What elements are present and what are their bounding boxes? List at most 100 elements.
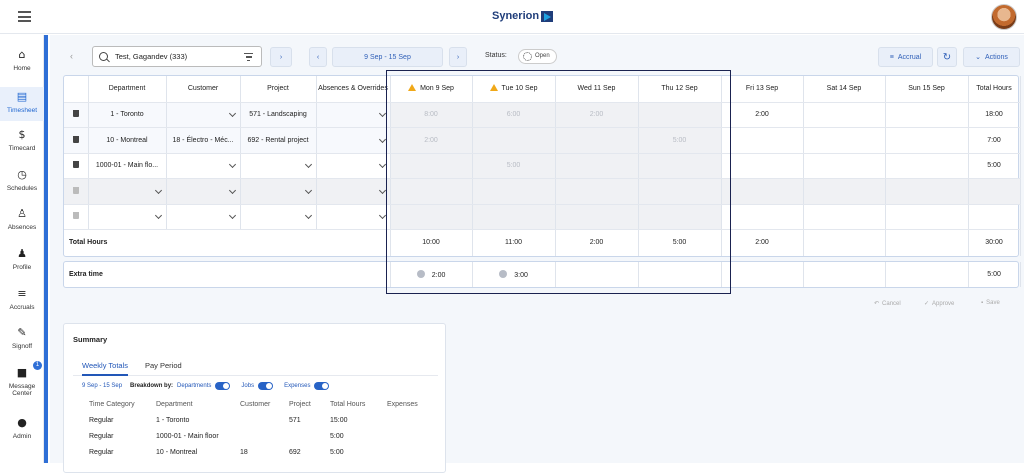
day-cell[interactable] [885, 153, 969, 179]
day-cell[interactable] [803, 127, 886, 154]
day-cell[interactable] [472, 127, 556, 154]
day-cell[interactable] [803, 102, 886, 128]
sidebar-scrollbar[interactable] [44, 35, 48, 463]
absences-cell[interactable] [316, 127, 391, 154]
approve-button[interactable]: ✓ Approve [924, 300, 954, 308]
chevron-down-icon[interactable] [228, 110, 236, 118]
customer-cell[interactable]: 18 - Électro - Méc... [166, 127, 241, 154]
absences-cell[interactable] [316, 204, 391, 230]
day-cell[interactable] [885, 102, 969, 128]
day-cell[interactable] [885, 204, 969, 230]
cancel-button[interactable]: ↶ Cancel [874, 300, 901, 308]
sidebar-item-profile[interactable]: ♟ Profile [0, 248, 44, 278]
day-cell[interactable] [721, 204, 804, 230]
day-cell[interactable] [721, 127, 804, 154]
day-cell[interactable]: 2:00 [721, 102, 804, 128]
project-cell[interactable] [240, 178, 317, 205]
sidebar-item-message-center[interactable]: ■ 1 Message Center [0, 361, 44, 407]
sidebar-item-accruals[interactable]: ≡ Accruals [0, 288, 44, 318]
header-thu[interactable]: Thu 12 Sep [638, 76, 722, 103]
hamburger-menu-icon[interactable] [18, 11, 31, 22]
chevron-down-icon[interactable] [228, 212, 236, 220]
day-cell[interactable] [472, 204, 556, 230]
day-cell[interactable] [555, 127, 639, 154]
delete-row-cell[interactable] [64, 153, 89, 179]
day-cell[interactable] [638, 204, 722, 230]
day-cell[interactable] [390, 178, 473, 205]
project-cell[interactable] [240, 153, 317, 179]
day-cell[interactable]: 2:00 [390, 127, 473, 154]
header-sun[interactable]: Sun 15 Sep [885, 76, 969, 103]
tab-weekly-totals[interactable]: Weekly Totals [82, 361, 128, 376]
project-cell[interactable]: 692 - Rental project [240, 127, 317, 154]
next-employee-button[interactable]: › [270, 47, 292, 67]
sidebar-item-admin[interactable]: ● Admin [0, 417, 44, 447]
sidebar-item-schedules[interactable]: ◷ Schedules [0, 169, 44, 199]
day-cell[interactable] [555, 178, 639, 205]
day-cell[interactable] [638, 178, 722, 205]
absences-cell[interactable] [316, 153, 391, 179]
department-cell[interactable]: 10 - Montreal [88, 127, 167, 154]
header-customer[interactable]: Customer [166, 76, 241, 103]
toggle-expenses[interactable] [314, 382, 330, 390]
accrual-button[interactable]: ≡ Accrual [878, 47, 933, 67]
chevron-down-icon[interactable] [378, 110, 386, 118]
trash-icon[interactable] [72, 161, 79, 169]
day-cell[interactable] [803, 178, 886, 205]
employee-search-input[interactable]: Test, Gagandev (333) [92, 46, 262, 67]
day-cell[interactable]: 6:00 [472, 102, 556, 128]
trash-icon[interactable] [72, 110, 79, 118]
header-department[interactable]: Department [88, 76, 167, 103]
chevron-down-icon[interactable] [378, 212, 386, 220]
chevron-down-icon[interactable] [304, 186, 312, 194]
sidebar-item-home[interactable]: ⌂ Home [0, 49, 44, 79]
day-cell[interactable] [555, 204, 639, 230]
sidebar-item-timesheet[interactable]: ▤ Timesheet [0, 87, 44, 121]
header-wed[interactable]: Wed 11 Sep [555, 76, 639, 103]
sidebar-item-signoff[interactable]: ✎ Signoff [0, 327, 44, 357]
day-cell[interactable] [803, 204, 886, 230]
delete-row-cell[interactable] [64, 102, 89, 128]
day-cell[interactable] [885, 178, 969, 205]
day-cell[interactable] [638, 102, 722, 128]
department-cell[interactable]: 1000-01 - Main flo... [88, 153, 167, 179]
department-cell[interactable] [88, 204, 167, 230]
prev-week-button[interactable]: ‹ [309, 47, 327, 67]
header-project[interactable]: Project [240, 76, 317, 103]
delete-row-cell[interactable] [64, 127, 89, 154]
tab-pay-period[interactable]: Pay Period [145, 361, 182, 370]
chevron-down-icon[interactable] [304, 212, 312, 220]
week-range-button[interactable]: 9 Sep - 15 Sep [332, 47, 443, 67]
day-cell[interactable]: 8:00 [390, 102, 473, 128]
department-cell[interactable] [88, 178, 167, 205]
chevron-down-icon[interactable] [378, 135, 386, 143]
chevron-down-icon[interactable] [154, 212, 162, 220]
toggle-departments[interactable] [215, 382, 231, 390]
header-tue[interactable]: Tue 10 Sep [472, 76, 556, 103]
actions-button[interactable]: ⌄ Actions [963, 47, 1020, 67]
day-cell[interactable]: 5:00 [472, 153, 556, 179]
chevron-down-icon[interactable] [228, 186, 236, 194]
customer-cell[interactable] [166, 153, 241, 179]
chevron-down-icon[interactable] [228, 161, 236, 169]
header-fri[interactable]: Fri 13 Sep [721, 76, 804, 103]
day-cell[interactable] [390, 204, 473, 230]
day-cell[interactable] [555, 153, 639, 179]
sidebar-item-absences[interactable]: ♙ Absences [0, 208, 44, 238]
customer-cell[interactable] [166, 102, 241, 128]
header-absences[interactable]: Absences & Overrides [316, 76, 391, 103]
day-cell[interactable] [885, 127, 969, 154]
chevron-down-icon[interactable] [154, 186, 162, 194]
delete-row-cell[interactable] [64, 204, 89, 230]
day-cell[interactable] [803, 153, 886, 179]
header-mon[interactable]: Mon 9 Sep [390, 76, 473, 103]
sidebar-item-timecard[interactable]: $ Timecard [0, 129, 44, 159]
next-week-button[interactable]: › [449, 47, 467, 67]
filter-icon[interactable] [244, 53, 253, 61]
trash-icon[interactable] [72, 186, 79, 194]
day-cell[interactable] [472, 178, 556, 205]
trash-icon[interactable] [72, 212, 79, 220]
customer-cell[interactable] [166, 204, 241, 230]
chevron-down-icon[interactable] [378, 186, 386, 194]
toggle-jobs[interactable] [258, 382, 274, 390]
